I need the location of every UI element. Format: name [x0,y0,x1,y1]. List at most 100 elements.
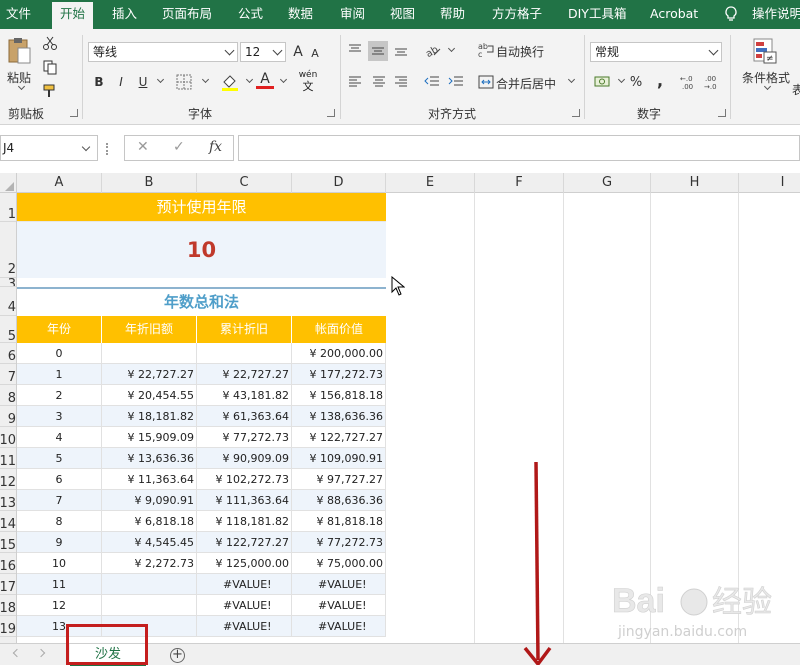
fill-color-icon[interactable] [220,72,240,92]
row-header[interactable]: 16 [0,553,16,574]
accumulated-depreciation-cell[interactable]: ¥ 125,000.00 [197,553,292,574]
annual-depreciation-cell[interactable] [102,595,197,616]
orientation-dropdown-icon[interactable] [447,44,456,53]
accumulated-depreciation-cell[interactable]: ¥ 122,727.27 [197,532,292,553]
book-value-cell[interactable]: ¥ 177,272.73 [292,364,386,385]
wrap-text-button[interactable]: 自动换行 [496,42,544,60]
paste-button[interactable]: 粘贴 [4,69,34,85]
annual-depreciation-cell[interactable]: ¥ 2,272.73 [102,553,197,574]
phonetic-icon[interactable]: wén 文 [298,70,318,92]
merge-dropdown-icon[interactable] [567,75,576,84]
book-value-cell[interactable]: ¥ 109,090.91 [292,448,386,469]
italic-button[interactable]: I [114,73,128,91]
borders-icon[interactable] [176,74,192,90]
row-header[interactable]: 17 [0,574,16,595]
tab-help[interactable]: 帮助 [440,0,465,29]
accumulated-depreciation-cell[interactable]: #VALUE! [197,616,292,637]
align-middle-button[interactable] [368,41,388,61]
increase-decimal-icon[interactable]: ←.0.00 [680,73,700,91]
accounting-dropdown-icon[interactable] [617,75,626,84]
book-value-cell[interactable]: ¥ 81,818.18 [292,511,386,532]
row-header[interactable]: 7 [0,364,16,385]
col-header-f[interactable]: F [475,173,564,193]
add-sheet-button[interactable]: + [170,648,185,663]
col-header-i[interactable]: I [739,173,800,193]
book-value-cell[interactable]: ¥ 88,636.36 [292,490,386,511]
book-value-cell[interactable]: ¥ 122,727.27 [292,427,386,448]
underline-dropdown-icon[interactable] [156,75,165,84]
align-left-icon[interactable] [348,75,362,89]
accumulated-depreciation-cell[interactable]: ¥ 61,363.64 [197,406,292,427]
tab-fangfang[interactable]: 方方格子 [492,0,542,29]
annual-depreciation-cell[interactable]: ¥ 20,454.55 [102,385,197,406]
accumulated-depreciation-cell[interactable]: ¥ 90,909.09 [197,448,292,469]
select-all-corner[interactable] [0,173,17,193]
book-value-cell[interactable]: ¥ 200,000.00 [292,343,386,364]
align-top-icon[interactable] [348,43,362,57]
sheet-tab-active[interactable]: 沙发 [70,644,146,666]
year-cell[interactable]: 4 [17,427,102,448]
year-cell[interactable]: 8 [17,511,102,532]
annual-depreciation-cell[interactable]: ¥ 9,090.91 [102,490,197,511]
book-value-cell[interactable]: #VALUE! [292,574,386,595]
tab-page-layout[interactable]: 页面布局 [162,0,212,29]
cancel-icon[interactable]: ✕ [137,139,149,155]
format-as-table-truncated-label[interactable]: 表 [792,81,800,97]
insert-function-icon[interactable]: fx [209,139,222,155]
merge-center-button[interactable]: 合并后居中 [496,74,556,92]
annual-depreciation-cell[interactable]: ¥ 11,363.64 [102,469,197,490]
alignment-launcher-icon[interactable] [572,109,580,117]
comma-button[interactable]: , [654,71,666,90]
annual-depreciation-cell[interactable]: ¥ 6,818.18 [102,511,197,532]
format-painter-icon[interactable] [42,83,58,99]
decrease-decimal-icon[interactable]: .00→.0 [704,73,724,91]
bold-button[interactable]: B [92,73,106,91]
accumulated-depreciation-cell[interactable]: ¥ 111,363.64 [197,490,292,511]
row-header[interactable]: 2 [0,222,16,278]
accumulated-depreciation-cell[interactable]: ¥ 77,272.73 [197,427,292,448]
annual-depreciation-cell[interactable]: ¥ 18,181.82 [102,406,197,427]
book-value-cell[interactable]: ¥ 97,727.27 [292,469,386,490]
font-size-combo[interactable]: 12 [240,42,286,62]
book-value-cell[interactable]: ¥ 138,636.36 [292,406,386,427]
col-header-h[interactable]: H [651,173,739,193]
tab-view[interactable]: 视图 [390,0,415,29]
align-center-icon[interactable] [372,75,386,89]
tab-home[interactable]: 开始 [52,2,94,29]
accumulated-depreciation-cell[interactable]: #VALUE! [197,574,292,595]
number-format-combo[interactable]: 常规 [590,42,722,62]
increase-indent-icon[interactable] [448,75,464,89]
tab-acrobat[interactable]: Acrobat [650,0,698,29]
tab-diy-toolbox[interactable]: DIY工具箱 [568,0,626,29]
year-cell[interactable]: 6 [17,469,102,490]
name-box[interactable]: J4 [0,135,98,161]
year-cell[interactable]: 11 [17,574,102,595]
row-header[interactable]: 13 [0,490,16,511]
annual-depreciation-cell[interactable] [102,574,197,595]
prev-sheet-icon[interactable] [12,648,22,658]
font-color-dropdown-icon[interactable] [279,75,288,84]
name-box-dropdown-icon[interactable] [81,142,91,152]
row-header[interactable]: 4 [0,287,16,316]
col-header-e[interactable]: E [386,173,475,193]
copy-icon[interactable] [42,59,58,75]
year-cell[interactable]: 2 [17,385,102,406]
year-cell[interactable]: 0 [17,343,102,364]
conditional-formatting-icon[interactable]: ≠ [752,37,778,65]
decrease-indent-icon[interactable] [424,75,440,89]
col-header-c[interactable]: C [197,173,292,193]
align-bottom-icon[interactable] [394,43,408,57]
year-cell[interactable]: 5 [17,448,102,469]
splitter-handle[interactable] [106,143,108,155]
header-book-value[interactable]: 帐面价值 [292,316,386,343]
book-value-cell[interactable]: ¥ 77,272.73 [292,532,386,553]
paste-icon[interactable] [4,35,34,67]
book-value-cell[interactable]: #VALUE! [292,595,386,616]
accumulated-depreciation-cell[interactable]: ¥ 102,272.73 [197,469,292,490]
row-header[interactable]: 18 [0,595,16,616]
col-header-d[interactable]: D [292,173,386,193]
accumulated-depreciation-cell[interactable]: ¥ 118,181.82 [197,511,292,532]
row-header[interactable]: 11 [0,448,16,469]
life-value-cell[interactable]: 10 [17,222,386,278]
annual-depreciation-cell[interactable]: ¥ 13,636.36 [102,448,197,469]
